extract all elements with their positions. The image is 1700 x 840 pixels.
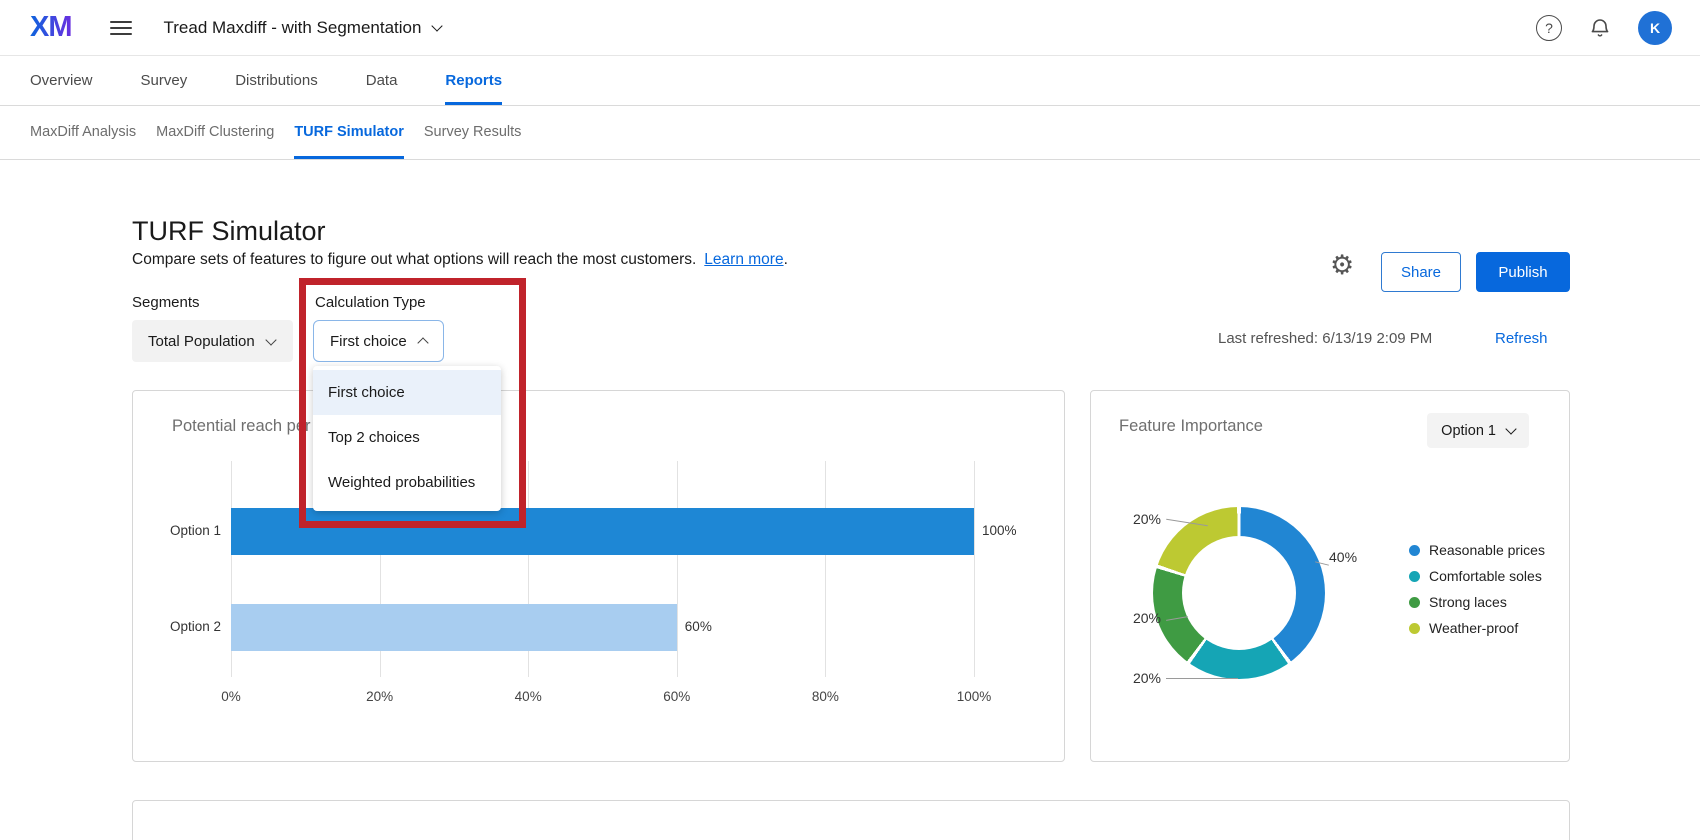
tab-reports[interactable]: Reports	[445, 56, 502, 105]
last-refreshed-text: Last refreshed: 6/13/19 2:09 PM	[1218, 330, 1432, 347]
legend-label: Comfortable soles	[1429, 568, 1542, 584]
top-bar: XM Tread Maxdiff - with Segmentation ? K	[0, 0, 1700, 56]
bar-value-label: 100%	[982, 523, 1017, 538]
legend-dot	[1409, 571, 1420, 582]
donut-hole	[1182, 536, 1296, 650]
refresh-link[interactable]: Refresh	[1495, 330, 1548, 347]
next-section-card	[132, 800, 1570, 840]
gridline	[974, 461, 975, 677]
bar-category-label: Option 1	[121, 523, 221, 538]
help-icon[interactable]: ?	[1536, 15, 1562, 41]
page-description: Compare sets of features to figure out w…	[132, 251, 788, 269]
settings-gear-icon[interactable]: ⚙	[1330, 252, 1354, 279]
bar-value-label: 60%	[685, 619, 712, 634]
x-axis-tick-label: 60%	[647, 689, 707, 704]
segments-dropdown-value: Total Population	[148, 333, 255, 350]
legend-item-weather-proof: Weather-proof	[1409, 620, 1545, 636]
gridline	[825, 461, 826, 677]
potential-reach-card: Potential reach per 0%20%40%60%80%100%Op…	[132, 390, 1065, 762]
donut-chart	[1153, 507, 1325, 679]
donut-slice-label: 20%	[1114, 511, 1161, 527]
menu-item-weighted-probabilities[interactable]: Weighted probabilities	[313, 460, 501, 505]
calculation-type-menu: First choiceTop 2 choicesWeighted probab…	[313, 366, 501, 511]
segments-label: Segments	[132, 294, 200, 311]
publish-button[interactable]: Publish	[1476, 252, 1570, 292]
legend-dot	[1409, 545, 1420, 556]
bar-category-label: Option 2	[121, 619, 221, 634]
page-title: TURF Simulator	[132, 216, 326, 247]
tab-distributions[interactable]: Distributions	[235, 56, 318, 105]
chevron-down-icon	[432, 20, 443, 31]
legend-item-comfortable-soles: Comfortable soles	[1409, 568, 1545, 584]
learn-more-link[interactable]: Learn more	[704, 251, 783, 268]
report-subtabs: MaxDiff Analysis MaxDiff Clustering TURF S…	[0, 106, 1700, 160]
legend-label: Weather-proof	[1429, 620, 1518, 636]
turf-simulator-page: XM Tread Maxdiff - with Segmentation ? K…	[0, 0, 1700, 840]
calculation-type-dropdown[interactable]: First choice	[313, 320, 444, 362]
subtab-maxdiff-analysis[interactable]: MaxDiff Analysis	[30, 106, 136, 159]
donut-chart-title: Feature Importance	[1119, 417, 1263, 436]
menu-item-top-2-choices[interactable]: Top 2 choices	[313, 415, 501, 460]
tab-data[interactable]: Data	[366, 56, 398, 105]
menu-item-first-choice[interactable]: First choice	[313, 370, 501, 415]
option-dropdown-value: Option 1	[1441, 423, 1496, 439]
x-axis-tick-label: 80%	[795, 689, 855, 704]
share-button[interactable]: Share	[1381, 252, 1461, 292]
x-axis-tick-label: 100%	[944, 689, 1004, 704]
bar-chart-title: Potential reach per	[172, 417, 311, 436]
user-avatar[interactable]: K	[1638, 11, 1672, 45]
calculation-type-value: First choice	[330, 333, 407, 350]
calculation-type-label: Calculation Type	[315, 294, 426, 311]
legend-dot	[1409, 597, 1420, 608]
donut-slice-label: 40%	[1329, 549, 1357, 565]
chevron-up-icon	[417, 337, 428, 348]
leader-line	[1166, 678, 1238, 679]
x-axis-tick-label: 40%	[498, 689, 558, 704]
donut-slice-label: 20%	[1114, 670, 1161, 686]
chevron-down-icon	[1505, 423, 1516, 434]
primary-tabs: Overview Survey Distributions Data Reports	[0, 56, 1700, 106]
subtab-maxdiff-clustering[interactable]: MaxDiff Clustering	[156, 106, 274, 159]
donut-legend: Reasonable prices Comfortable soles Strong…	[1409, 542, 1545, 636]
legend-label: Strong laces	[1429, 594, 1507, 610]
legend-item-reasonable-prices: Reasonable prices	[1409, 542, 1545, 558]
bar-option-2[interactable]	[231, 604, 677, 651]
project-title: Tread Maxdiff - with Segmentation	[164, 18, 422, 38]
legend-dot	[1409, 623, 1420, 634]
subtab-survey-results[interactable]: Survey Results	[424, 106, 522, 159]
feature-importance-option-dropdown[interactable]: Option 1	[1427, 413, 1529, 448]
legend-item-strong-laces: Strong laces	[1409, 594, 1545, 610]
donut-slice-label: 20%	[1114, 610, 1161, 626]
legend-label: Reasonable prices	[1429, 542, 1545, 558]
tab-overview[interactable]: Overview	[30, 56, 93, 105]
notifications-bell-icon[interactable]	[1588, 16, 1612, 40]
subtab-turf-simulator[interactable]: TURF Simulator	[294, 106, 404, 159]
feature-importance-card: Feature Importance Option 1 40% 20% 20% …	[1090, 390, 1570, 762]
x-axis-tick-label: 0%	[201, 689, 261, 704]
segments-dropdown[interactable]: Total Population	[132, 320, 293, 362]
hamburger-menu-icon[interactable]	[110, 17, 132, 39]
bar-option-1[interactable]	[231, 508, 974, 555]
x-axis-tick-label: 20%	[350, 689, 410, 704]
xm-logo[interactable]: XM	[30, 11, 72, 44]
tab-survey[interactable]: Survey	[141, 56, 188, 105]
project-title-dropdown[interactable]: Tread Maxdiff - with Segmentation	[164, 18, 442, 38]
chevron-down-icon	[265, 334, 276, 345]
gridline	[677, 461, 678, 677]
